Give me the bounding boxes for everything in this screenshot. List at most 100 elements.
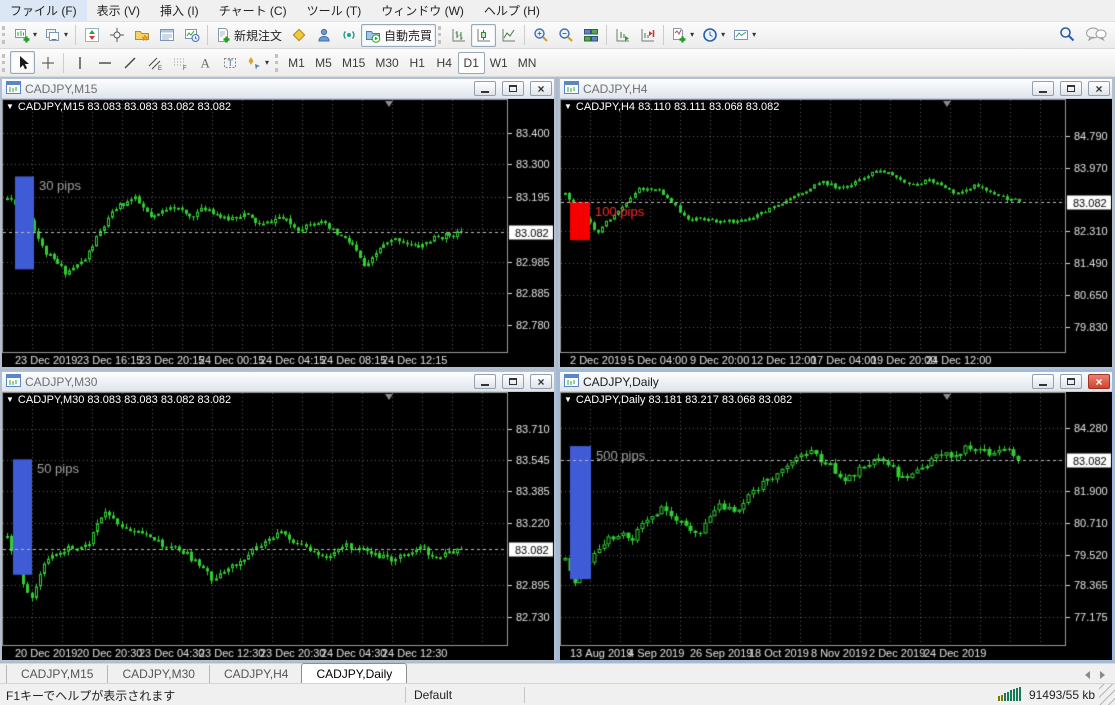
- timeframe-button[interactable]: M5: [310, 52, 337, 74]
- svg-text:T: T: [227, 58, 233, 68]
- fibonacci-button[interactable]: F: [167, 51, 192, 74]
- restore-button[interactable]: [502, 374, 524, 389]
- horizontal-line-button[interactable]: [92, 51, 117, 74]
- line-chart-type-button[interactable]: [496, 24, 521, 47]
- window-titlebar[interactable]: CADJPY,M30 ×: [2, 372, 554, 392]
- indicators-button[interactable]: ▾: [667, 24, 698, 47]
- window-titlebar[interactable]: CADJPY,H4 ×: [560, 79, 1112, 99]
- chart-area[interactable]: ▼ CADJPY,H4 83.110 83.111 83.068 83.082: [560, 99, 1112, 367]
- templates-button[interactable]: ▾: [729, 24, 760, 47]
- timeframe-button[interactable]: D1: [457, 51, 485, 74]
- timeframe-button[interactable]: M15: [337, 52, 370, 74]
- profiles-button[interactable]: ▾: [41, 24, 72, 47]
- toolbar-grip[interactable]: [2, 26, 7, 44]
- restore-button[interactable]: [502, 81, 524, 96]
- publisher-button[interactable]: [311, 24, 336, 47]
- restore-button[interactable]: [1060, 374, 1082, 389]
- chart-window-m30[interactable]: CADJPY,M30 × ▼ CADJPY,M30 83.083 83.083 8…: [0, 370, 556, 662]
- chart-tab[interactable]: CADJPY,M30: [107, 665, 208, 683]
- connection-status[interactable]: 91493/55 kb: [997, 686, 1099, 704]
- status-profile[interactable]: Default: [406, 688, 524, 702]
- zoom-out-button[interactable]: [553, 24, 578, 47]
- crosshair-button[interactable]: [35, 51, 60, 74]
- search-icon[interactable]: [1059, 26, 1075, 45]
- market-watch-button[interactable]: [79, 24, 104, 47]
- periods-button[interactable]: ▾: [698, 24, 729, 47]
- chart-shift-button[interactable]: [635, 24, 660, 47]
- chart-tab[interactable]: CADJPY,Daily: [301, 663, 408, 683]
- chart-tab-bar: CADJPY,M15 CADJPY,M30 CADJPY,H4 CADJPY,Dail…: [0, 663, 1115, 683]
- chart-canvas-h4[interactable]: [560, 99, 1112, 367]
- navigator-button[interactable]: [129, 24, 154, 47]
- timeframe-button[interactable]: MN: [513, 52, 542, 74]
- candlestick-type-button[interactable]: [471, 23, 497, 47]
- close-button[interactable]: ×: [530, 374, 552, 389]
- toolbar-grip[interactable]: [275, 53, 280, 72]
- minimize-button[interactable]: [1032, 374, 1054, 389]
- toolbar-grip[interactable]: [2, 53, 7, 72]
- chart-canvas-m15[interactable]: [2, 99, 554, 367]
- toolbar-grip[interactable]: [438, 26, 443, 44]
- close-button[interactable]: ×: [530, 81, 552, 96]
- chart-canvas-daily[interactable]: [560, 392, 1112, 660]
- minimize-button[interactable]: [474, 81, 496, 96]
- minimize-button[interactable]: [474, 374, 496, 389]
- community-chat-icon[interactable]: [1085, 26, 1107, 45]
- autotrading-button[interactable]: 自動売買: [361, 23, 437, 47]
- arrows-button[interactable]: ▾: [242, 51, 273, 74]
- chart-canvas-m30[interactable]: [2, 392, 554, 660]
- equidistant-channel-button[interactable]: E: [142, 51, 167, 74]
- tile-windows-button[interactable]: [578, 24, 603, 47]
- signals-button[interactable]: [336, 24, 361, 47]
- text-label-button[interactable]: T: [217, 51, 242, 74]
- menu-item[interactable]: 挿入 (I): [150, 0, 209, 21]
- separator: [207, 25, 209, 45]
- new-order-button[interactable]: 新規注文: [211, 24, 286, 47]
- text-button[interactable]: A: [192, 51, 217, 74]
- menu-item[interactable]: 表示 (V): [87, 0, 150, 21]
- chart-tab[interactable]: CADJPY,H4: [208, 665, 302, 683]
- close-button[interactable]: ×: [1088, 81, 1110, 96]
- close-button[interactable]: ×: [1088, 374, 1110, 389]
- signal-bars-icon: [997, 686, 1024, 704]
- terminal-button[interactable]: [154, 24, 179, 47]
- minimize-button[interactable]: [1032, 81, 1054, 96]
- mdi-workspace: CADJPY,M15 × ▼ CADJPY,M15 83.083 83.083 8…: [0, 77, 1115, 663]
- chart-tab[interactable]: CADJPY,M15: [6, 665, 107, 683]
- new-chart-button[interactable]: ▾: [10, 24, 41, 47]
- menu-item[interactable]: ヘルプ (H): [474, 0, 550, 21]
- chart-window-h4[interactable]: CADJPY,H4 × ▼ CADJPY,H4 83.110 83.111 83.…: [558, 77, 1114, 369]
- bar-chart-icon: [451, 27, 467, 43]
- zoom-in-button[interactable]: [528, 24, 553, 47]
- chart-area[interactable]: ▼ CADJPY,M30 83.083 83.083 83.082 83.082: [2, 392, 554, 660]
- cursor-button[interactable]: [10, 51, 35, 74]
- timeframe-button[interactable]: W1: [485, 52, 513, 74]
- auto-scroll-button[interactable]: [610, 24, 635, 47]
- menu-item[interactable]: ファイル (F): [0, 0, 87, 21]
- vertical-line-button[interactable]: [67, 51, 92, 74]
- restore-button[interactable]: [1060, 81, 1082, 96]
- menu-item[interactable]: ツール (T): [297, 0, 372, 21]
- timeframe-button[interactable]: M1: [283, 52, 310, 74]
- separator: [63, 52, 64, 73]
- strategy-tester-button[interactable]: [179, 24, 204, 47]
- resize-grip[interactable]: [1099, 683, 1115, 705]
- minimize-icon: [481, 384, 489, 386]
- scroll-right-icon[interactable]: [1100, 671, 1105, 679]
- menu-item[interactable]: ウィンドウ (W): [371, 0, 474, 21]
- chart-area[interactable]: ▼ CADJPY,M15 83.083 83.083 83.082 83.082: [2, 99, 554, 367]
- chart-window-m15[interactable]: CADJPY,M15 × ▼ CADJPY,M15 83.083 83.083 8…: [0, 77, 556, 369]
- window-titlebar[interactable]: CADJPY,M15 ×: [2, 79, 554, 99]
- menu-item[interactable]: チャート (C): [209, 0, 297, 21]
- metaeditor-button[interactable]: [286, 24, 311, 47]
- trendline-button[interactable]: [117, 51, 142, 74]
- scroll-left-icon[interactable]: [1085, 671, 1090, 679]
- timeframe-button[interactable]: H1: [404, 52, 431, 74]
- data-window-button[interactable]: [104, 24, 129, 47]
- chart-area[interactable]: ▼ CADJPY,Daily 83.181 83.217 83.068 83.08…: [560, 392, 1112, 660]
- window-titlebar[interactable]: CADJPY,Daily ×: [560, 372, 1112, 392]
- timeframe-button[interactable]: M30: [370, 52, 403, 74]
- bar-chart-type-button[interactable]: [446, 24, 471, 47]
- chart-window-daily[interactable]: CADJPY,Daily × ▼ CADJPY,Daily 83.181 83.2…: [558, 370, 1114, 662]
- timeframe-button[interactable]: H4: [431, 52, 458, 74]
